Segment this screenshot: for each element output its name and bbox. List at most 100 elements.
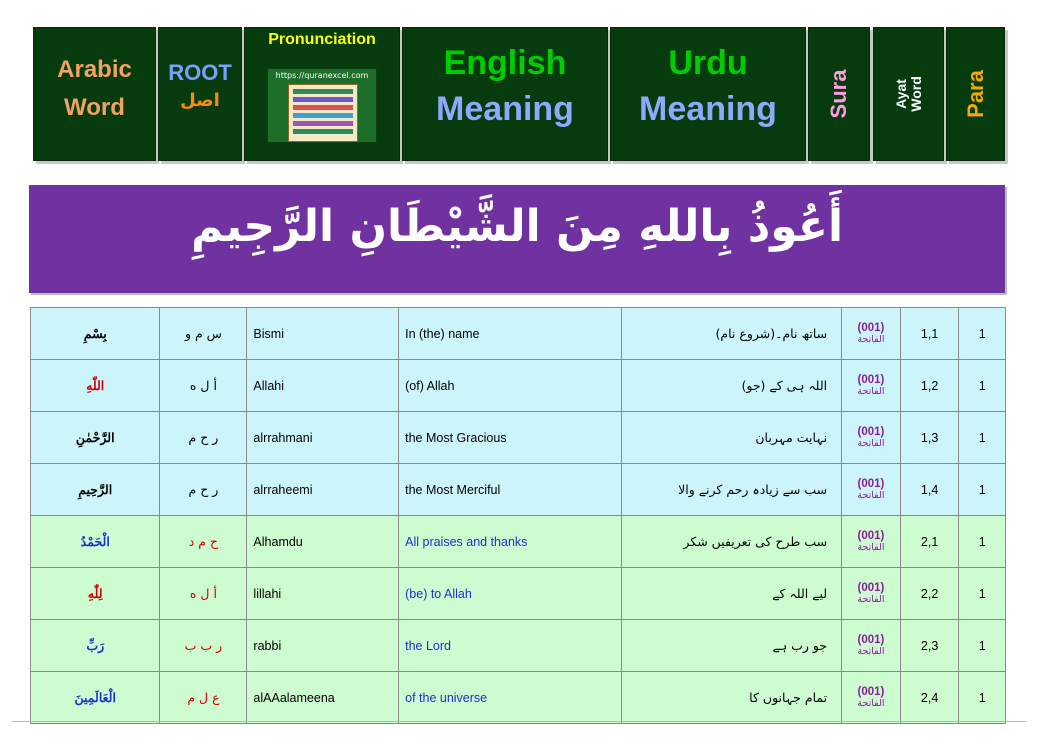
- sura-name: الفاتحة: [857, 593, 885, 605]
- sura-name: الفاتحة: [857, 489, 885, 501]
- pronunciation: Bismi: [246, 307, 400, 360]
- sura-cell: (001) الفاتحة: [841, 671, 901, 724]
- quran-page-icon: [288, 84, 358, 142]
- ayat-word: 1,4: [899, 463, 960, 516]
- para-number: 1: [958, 411, 1006, 464]
- ayat-word: 1,3: [899, 411, 960, 464]
- arabic-word: رَبِّ: [29, 619, 161, 672]
- header-pronunciation-label: Pronunciation: [268, 31, 376, 48]
- arabic-word: اللّٰهِ: [29, 359, 161, 412]
- root-letters: ر ح م: [159, 411, 248, 464]
- table-row: بِسْمِ س م و Bismi In (the) name ساتھ نا…: [29, 307, 1006, 360]
- sura-cell: (001) الفاتحة: [841, 515, 901, 568]
- para-number: 1: [958, 463, 1006, 516]
- sura-cell: (001) الفاتحة: [841, 619, 901, 672]
- sura-number: (001): [857, 477, 885, 490]
- pronunciation: Alhamdu: [246, 515, 400, 568]
- para-number: 1: [958, 307, 1006, 360]
- banner-text: أَعُوذُ بِاللهِ مِنَ الشَّيْطَانِ الرَّج…: [190, 201, 844, 252]
- header-para: Para: [946, 27, 1005, 161]
- header-english-meaning: English Meaning: [402, 27, 608, 161]
- urdu-meaning: نہایت مہربان: [620, 411, 843, 464]
- urdu-meaning: ساتھ نام۔(شروع نام): [620, 307, 843, 360]
- ayat-word: 2,2: [899, 567, 960, 620]
- root-letters: ر ب ب: [159, 619, 248, 672]
- para-number: 1: [958, 567, 1006, 620]
- table-row: رَبِّ ر ب ب rabbi the Lord جو رب ہے (001…: [29, 619, 1006, 672]
- thumbnail-url: https://quranexcel.com: [275, 71, 369, 80]
- header-root-arabic: اصل: [180, 90, 220, 111]
- bottom-divider: [12, 721, 1026, 722]
- pronunciation: Allahi: [246, 359, 400, 412]
- sura-name: الفاتحة: [857, 541, 885, 553]
- root-letters: ح م د: [159, 515, 248, 568]
- root-letters: أ ل ه: [159, 567, 248, 620]
- header-para-label: Para: [962, 70, 988, 118]
- root-letters: س م و: [159, 307, 248, 360]
- ayat-word: 2,4: [899, 671, 960, 724]
- urdu-meaning: تمام جہانوں کا: [620, 671, 843, 724]
- sura-name: الفاتحة: [857, 385, 885, 397]
- sura-cell: (001) الفاتحة: [841, 307, 901, 360]
- ayat-word: 1,2: [899, 359, 960, 412]
- english-meaning: (be) to Allah: [398, 567, 622, 620]
- sura-cell: (001) الفاتحة: [841, 463, 901, 516]
- pronunciation: alrrahmani: [246, 411, 400, 464]
- arabic-word: الرَّحْمٰنِ: [29, 411, 161, 464]
- header-word-label: Word: [64, 94, 125, 121]
- sura-number: (001): [857, 685, 885, 698]
- sura-cell: (001) الفاتحة: [841, 567, 901, 620]
- pronunciation: alAAalameena: [246, 671, 400, 724]
- table-row: الْحَمْدُ ح م د Alhamdu All praises and …: [29, 515, 1006, 568]
- para-number: 1: [958, 359, 1006, 412]
- header-ayat-word: Ayat Word: [873, 27, 944, 161]
- header-root: ROOT اصل: [158, 27, 242, 161]
- ayat-word: 1,1: [899, 307, 960, 360]
- table-row: الرَّحِيمِ ر ح م alrraheemi the Most Mer…: [29, 463, 1006, 516]
- urdu-meaning: جو رب ہے: [620, 619, 843, 672]
- sura-number: (001): [857, 425, 885, 438]
- pronunciation: lillahi: [246, 567, 400, 620]
- table-row: الْعَالَمِينَ ع ل م alAAalameena of the …: [29, 671, 1006, 724]
- ayat-word: 2,3: [899, 619, 960, 672]
- english-meaning: the Lord: [398, 619, 622, 672]
- arabic-word: الْعَالَمِينَ: [29, 671, 161, 724]
- english-meaning: of the universe: [398, 671, 622, 724]
- root-letters: ر ح م: [159, 463, 248, 516]
- urdu-meaning: اللہ ہی کے (جو): [620, 359, 843, 412]
- header-ayat-label: Ayat Word: [893, 76, 924, 112]
- header-urdu-meaning: Urdu Meaning: [610, 27, 806, 161]
- ayat-word: 2,1: [899, 515, 960, 568]
- header-sura: Sura: [808, 27, 870, 161]
- arabic-word: لِلّٰهِ: [29, 567, 161, 620]
- table-row: الرَّحْمٰنِ ر ح م alrrahmani the Most Gr…: [29, 411, 1006, 464]
- english-meaning: In (the) name: [398, 307, 622, 360]
- arabic-word: الرَّحِيمِ: [29, 463, 161, 516]
- word-table: بِسْمِ س م و Bismi In (the) name ساتھ نا…: [29, 307, 1006, 724]
- header-arabic-label: Arabic: [57, 56, 132, 83]
- para-number: 1: [958, 671, 1006, 724]
- sura-number: (001): [857, 633, 885, 646]
- sura-name: الفاتحة: [857, 645, 885, 657]
- root-letters: ع ل م: [159, 671, 248, 724]
- para-number: 1: [958, 515, 1006, 568]
- header-arabic-word: Arabic Word: [33, 27, 156, 161]
- header-sura-label: Sura: [826, 69, 851, 119]
- arabic-word: بِسْمِ: [29, 307, 161, 360]
- quran-thumbnail-image: https://quranexcel.com: [267, 68, 377, 143]
- table-row: اللّٰهِ أ ل ه Allahi (of) Allah اللہ ہی …: [29, 359, 1006, 412]
- english-meaning: (of) Allah: [398, 359, 622, 412]
- sura-cell: (001) الفاتحة: [841, 411, 901, 464]
- urdu-meaning: لیے اللہ کے: [620, 567, 843, 620]
- table-row: لِلّٰهِ أ ل ه lillahi (be) to Allah لیے …: [29, 567, 1006, 620]
- taawwudh-banner: أَعُوذُ بِاللهِ مِنَ الشَّيْطَانِ الرَّج…: [29, 185, 1005, 293]
- sura-number: (001): [857, 373, 885, 386]
- sura-number: (001): [857, 529, 885, 542]
- pronunciation: rabbi: [246, 619, 400, 672]
- english-meaning: the Most Gracious: [398, 411, 622, 464]
- arabic-word: الْحَمْدُ: [29, 515, 161, 568]
- sura-name: الفاتحة: [857, 333, 885, 345]
- header-root-label: ROOT: [168, 60, 232, 85]
- urdu-meaning: سب طرح کی تعریفیں شکر: [620, 515, 843, 568]
- header-urdu-meaning-label: Meaning: [639, 90, 777, 128]
